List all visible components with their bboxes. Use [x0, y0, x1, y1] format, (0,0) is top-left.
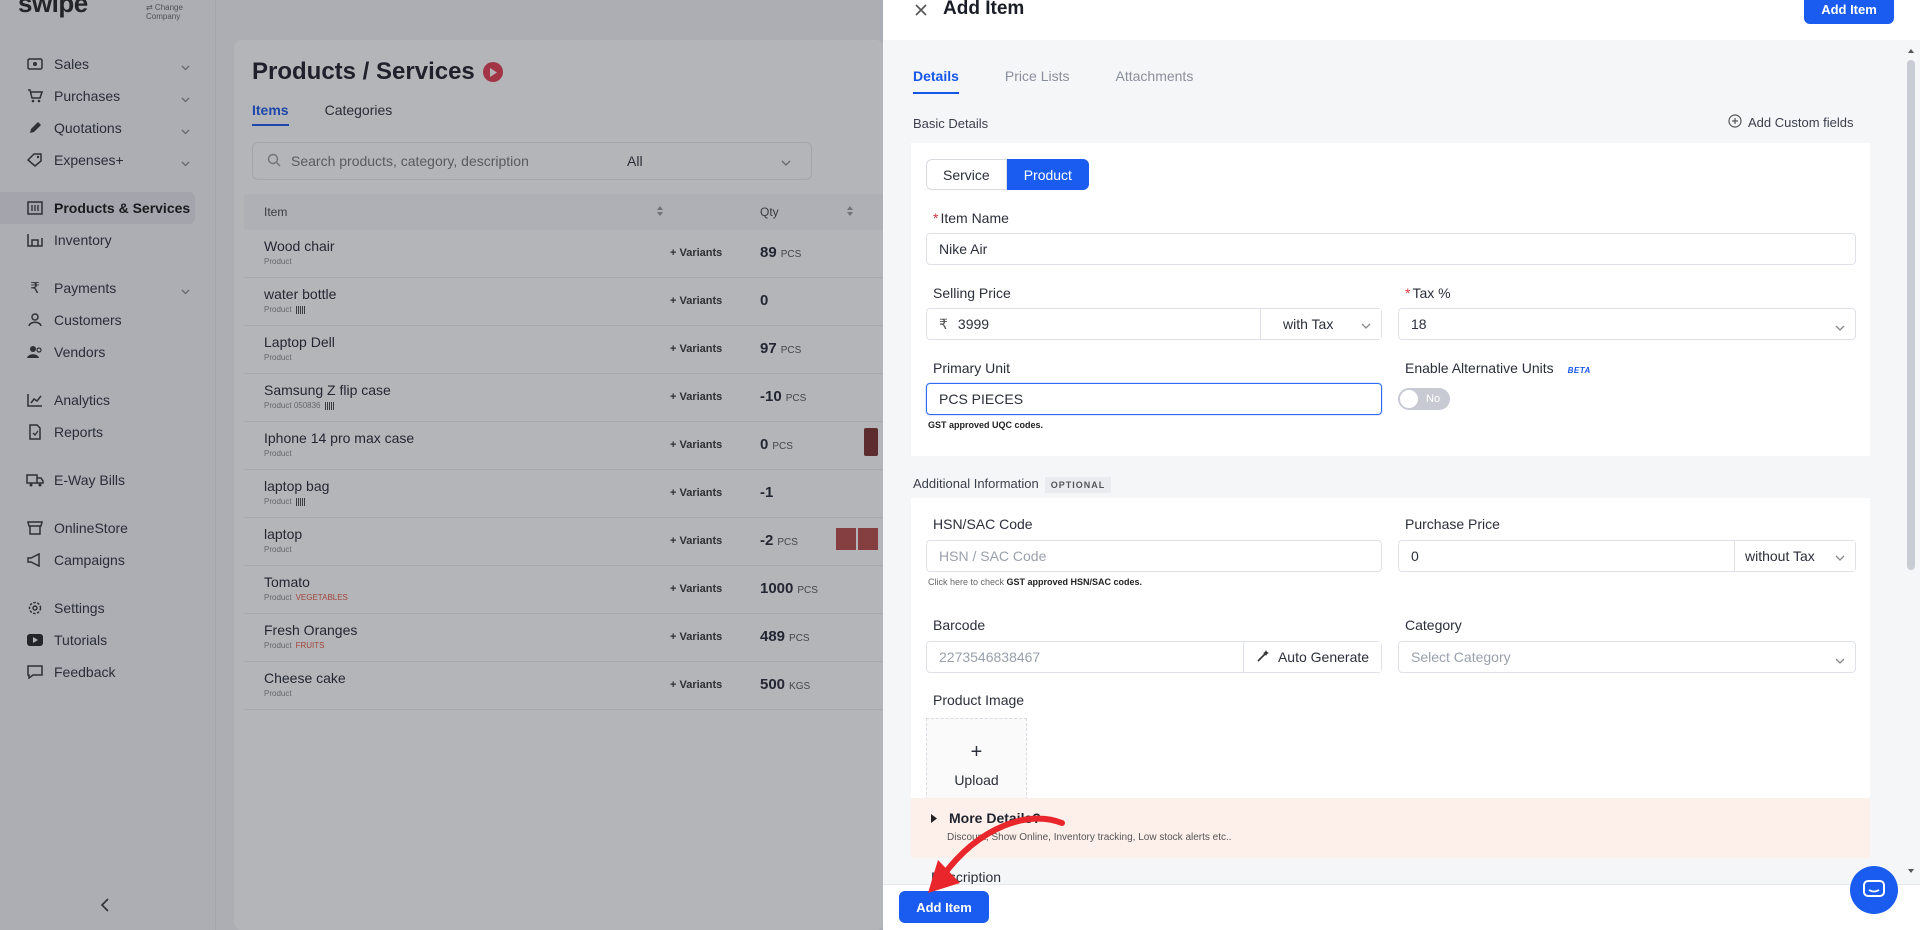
type-product-option[interactable]: Product	[1006, 159, 1089, 190]
hsn-hint-link[interactable]: Click here to check GST approved HSN/SAC…	[928, 577, 1142, 587]
drawer-scrollbar[interactable]	[1905, 48, 1917, 878]
purchase-price-value: 0	[1411, 548, 1419, 564]
hsn-label: HSN/SAC Code	[933, 516, 1033, 532]
selling-tax-mode-dropdown[interactable]: with Tax	[1260, 309, 1381, 339]
close-icon[interactable]	[911, 0, 931, 20]
barcode-input[interactable]: 2273546838467 Auto Generate	[926, 641, 1382, 673]
barcode-placeholder: 2273546838467	[939, 649, 1041, 665]
selling-price-input[interactable]: ₹ 3999 with Tax	[926, 308, 1382, 340]
required-marker: *	[1405, 285, 1411, 301]
drawer-tabs: Details Price Lists Attachments	[913, 68, 1193, 94]
tax-dropdown[interactable]: 18	[1398, 308, 1856, 340]
alt-units-label-text: Enable Alternative Units	[1405, 360, 1554, 376]
item-name-label: * Item Name	[933, 210, 1009, 226]
primary-unit-input[interactable]: PCS PIECES	[926, 383, 1382, 415]
basic-details-card: Service Product * Item Name Nike Air Sell…	[911, 143, 1870, 456]
add-custom-fields-link[interactable]: Add Custom fields	[1728, 114, 1854, 131]
optional-badge: OPTIONAL	[1044, 477, 1112, 493]
category-dropdown[interactable]: Select Category	[1398, 641, 1856, 673]
hsn-hint-prefix: Click here to check	[928, 577, 1007, 587]
additional-info-text: Additional Information	[913, 476, 1039, 491]
upload-image-button[interactable]: + Upload	[926, 718, 1027, 810]
barcode-label: Barcode	[933, 617, 986, 633]
uqc-hint-text: GST approved UQC codes.	[928, 420, 1044, 430]
category-placeholder: Select Category	[1411, 649, 1511, 665]
type-service-option[interactable]: Service	[926, 159, 1007, 190]
selling-tax-mode-value: with Tax	[1283, 316, 1334, 332]
purchase-price-label: Purchase Price	[1405, 516, 1500, 532]
add-custom-fields-label: Add Custom fields	[1748, 115, 1854, 130]
rupee-icon: ₹	[939, 315, 948, 332]
tax-value: 18	[1411, 316, 1427, 332]
scroll-up-icon[interactable]	[1907, 48, 1915, 54]
item-name-value: Nike Air	[939, 241, 988, 257]
magic-wand-icon	[1256, 649, 1270, 666]
auto-generate-label: Auto Generate	[1277, 649, 1370, 665]
uqc-hint: GST approved UQC codes.	[928, 420, 1043, 430]
scrollbar-thumb[interactable]	[1907, 60, 1915, 570]
chevron-down-icon	[1361, 316, 1371, 332]
plus-circle-icon	[1728, 114, 1742, 131]
drawer-title: Add Item	[943, 0, 1025, 19]
annotation-arrow-icon	[928, 815, 1065, 893]
add-item-button-top[interactable]: Add Item	[1804, 0, 1894, 24]
chevron-down-icon	[1835, 548, 1845, 564]
hsn-input[interactable]: HSN / SAC Code	[926, 540, 1382, 572]
selling-price-value: 3999	[957, 316, 990, 332]
item-name-input[interactable]: Nike Air	[926, 233, 1856, 265]
toggle-label: No	[1426, 393, 1441, 405]
required-marker: *	[933, 210, 939, 226]
tax-label: * Tax %	[1405, 285, 1451, 301]
additional-info-card: HSN/SAC Code HSN / SAC Code Click here t…	[911, 498, 1870, 810]
auto-generate-button[interactable]: Auto Generate	[1243, 642, 1381, 672]
drawer-header: Add Item Add Item	[883, 0, 1920, 40]
tab-attachments[interactable]: Attachments	[1116, 68, 1194, 94]
scroll-down-icon[interactable]	[1907, 868, 1915, 874]
alt-units-toggle[interactable]: No	[1398, 388, 1450, 410]
tab-price-lists[interactable]: Price Lists	[1005, 68, 1070, 94]
additional-info-heading: Additional Information OPTIONAL	[913, 476, 1112, 493]
item-name-label-text: Item Name	[940, 210, 1009, 226]
tax-label-text: Tax %	[1412, 285, 1451, 301]
modal-backdrop[interactable]	[0, 0, 883, 930]
selling-price-label: Selling Price	[933, 285, 1011, 301]
hsn-placeholder: HSN / SAC Code	[939, 548, 1047, 564]
chevron-down-icon	[1835, 318, 1845, 334]
purchase-tax-mode-dropdown[interactable]: without Tax	[1734, 541, 1855, 571]
add-item-drawer: Add Item Add Item Details Price Lists At…	[883, 0, 1920, 930]
basic-details-heading: Basic Details	[913, 116, 989, 131]
chevron-down-icon	[1835, 651, 1845, 667]
chat-icon	[1863, 880, 1885, 897]
toggle-knob	[1400, 390, 1418, 408]
item-type-toggle: Service Product	[926, 159, 1089, 190]
primary-unit-value: PCS PIECES	[939, 391, 1024, 407]
purchase-price-input[interactable]: 0 without Tax	[1398, 540, 1856, 572]
upload-label: Upload	[954, 771, 999, 788]
tab-details[interactable]: Details	[913, 68, 959, 94]
alt-units-label: Enable Alternative Units BETA	[1405, 360, 1591, 376]
primary-unit-label: Primary Unit	[933, 360, 1011, 376]
product-image-label: Product Image	[933, 692, 1025, 708]
beta-badge: BETA	[1567, 366, 1591, 375]
hsn-hint-bold: GST approved HSN/SAC codes.	[1006, 577, 1143, 587]
plus-icon: +	[970, 740, 983, 763]
purchase-tax-mode-value: without Tax	[1745, 548, 1815, 564]
chat-support-button[interactable]	[1850, 866, 1898, 914]
category-label: Category	[1405, 617, 1462, 633]
